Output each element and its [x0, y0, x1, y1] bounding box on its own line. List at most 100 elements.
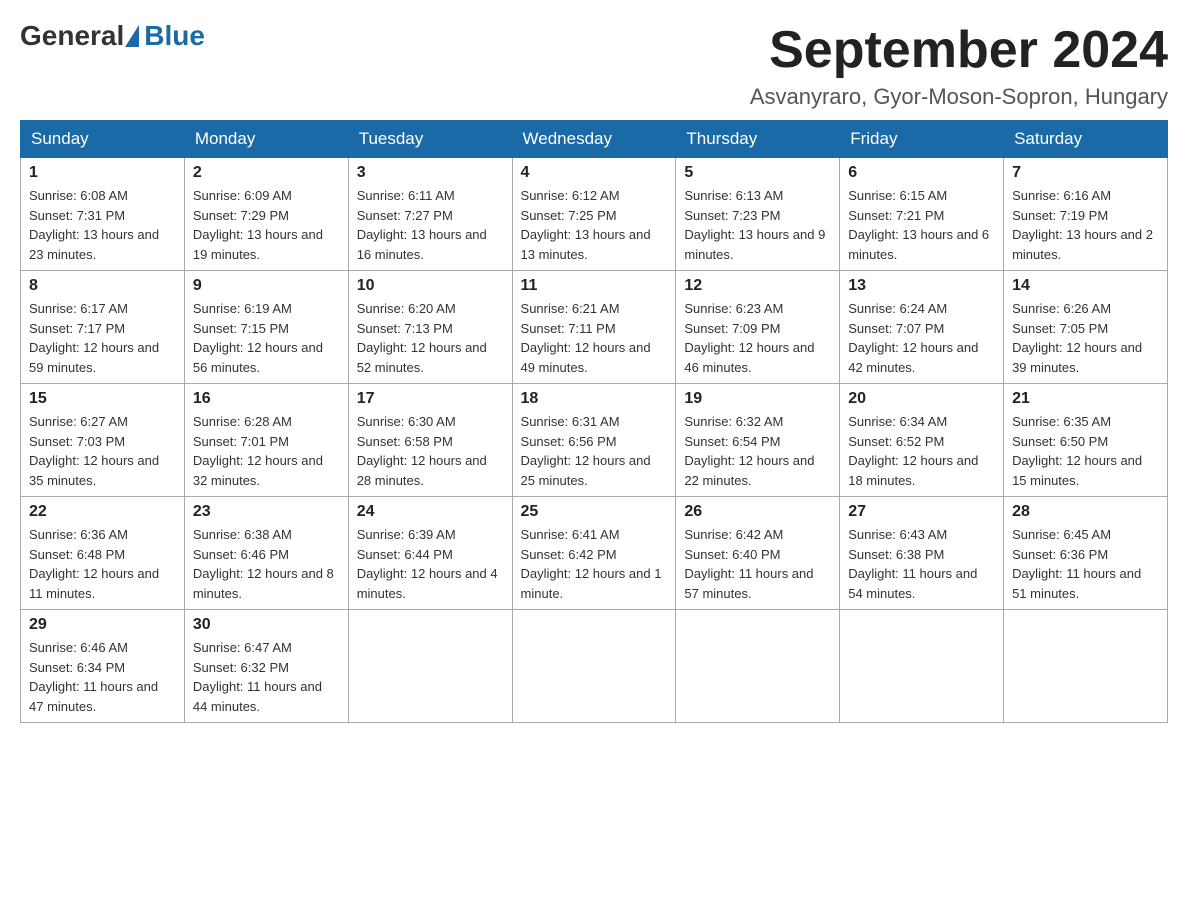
day-number: 24 [357, 503, 504, 521]
day-number: 6 [848, 164, 995, 182]
day-info: Sunrise: 6:36 AMSunset: 6:48 PMDaylight:… [29, 525, 176, 603]
weekday-header-friday: Friday [840, 121, 1004, 158]
calendar-cell [512, 610, 676, 723]
calendar-cell: 28 Sunrise: 6:45 AMSunset: 6:36 PMDayligh… [1004, 497, 1168, 610]
calendar-cell: 12Sunrise: 6:23 AMSunset: 7:09 PMDayligh… [676, 271, 840, 384]
day-number: 5 [684, 164, 831, 182]
day-info: Sunrise: 6:13 AMSunset: 7:23 PMDaylight:… [684, 186, 831, 264]
day-number: 26 [684, 503, 831, 521]
calendar-cell [1004, 610, 1168, 723]
day-info: Sunrise: 6:26 AMSunset: 7:05 PMDaylight:… [1012, 299, 1159, 377]
day-info: Sunrise: 6:47 AMSunset: 6:32 PMDaylight:… [193, 638, 340, 716]
weekday-header-thursday: Thursday [676, 121, 840, 158]
calendar-cell: 24Sunrise: 6:39 AMSunset: 6:44 PMDayligh… [348, 497, 512, 610]
day-info: Sunrise: 6:12 AMSunset: 7:25 PMDaylight:… [521, 186, 668, 264]
calendar-cell [676, 610, 840, 723]
day-number: 10 [357, 277, 504, 295]
logo-general-text: General [20, 20, 124, 52]
day-info: Sunrise: 6:20 AMSunset: 7:13 PMDaylight:… [357, 299, 504, 377]
day-info: Sunrise: 6:42 AMSunset: 6:40 PMDaylight:… [684, 525, 831, 603]
logo-blue-text: Blue [144, 20, 205, 52]
title-section: September 2024 Asvanyraro, Gyor-Moson-So… [750, 20, 1168, 110]
day-info: Sunrise: 6:09 AMSunset: 7:29 PMDaylight:… [193, 186, 340, 264]
day-info: Sunrise: 6:08 AMSunset: 7:31 PMDaylight:… [29, 186, 176, 264]
day-info: Sunrise: 6:38 AMSunset: 6:46 PMDaylight:… [193, 525, 340, 603]
day-number: 15 [29, 390, 176, 408]
day-number: 2 [193, 164, 340, 182]
day-info: Sunrise: 6:21 AMSunset: 7:11 PMDaylight:… [521, 299, 668, 377]
day-number: 4 [521, 164, 668, 182]
day-number: 27 [848, 503, 995, 521]
day-number: 18 [521, 390, 668, 408]
calendar-table: SundayMondayTuesdayWednesdayThursdayFrid… [20, 120, 1168, 723]
day-number: 11 [521, 277, 668, 295]
calendar-cell: 16Sunrise: 6:28 AMSunset: 7:01 PMDayligh… [184, 384, 348, 497]
calendar-week-3: 15 Sunrise: 6:27 AMSunset: 7:03 PMDayligh… [21, 384, 1168, 497]
calendar-cell [348, 610, 512, 723]
day-number: 7 [1012, 164, 1159, 182]
day-number: 30 [193, 616, 340, 634]
day-info: Sunrise: 6:15 AMSunset: 7:21 PMDaylight:… [848, 186, 995, 264]
calendar-cell: 14Sunrise: 6:26 AMSunset: 7:05 PMDayligh… [1004, 271, 1168, 384]
day-info: Sunrise: 6:19 AMSunset: 7:15 PMDaylight:… [193, 299, 340, 377]
day-info: Sunrise: 6:17 AMSunset: 7:17 PMDaylight:… [29, 299, 176, 377]
day-number: 8 [29, 277, 176, 295]
day-info: Sunrise: 6:32 AMSunset: 6:54 PMDaylight:… [684, 412, 831, 490]
calendar-cell: 25 Sunrise: 6:41 AMSunset: 6:42 PMDayligh… [512, 497, 676, 610]
day-info: Sunrise: 6:31 AMSunset: 6:56 PMDaylight:… [521, 412, 668, 490]
day-info: Sunrise: 6:30 AMSunset: 6:58 PMDaylight:… [357, 412, 504, 490]
calendar-cell: 11 Sunrise: 6:21 AMSunset: 7:11 PMDayligh… [512, 271, 676, 384]
calendar-cell: 13Sunrise: 6:24 AMSunset: 7:07 PMDayligh… [840, 271, 1004, 384]
calendar-cell: 5 Sunrise: 6:13 AMSunset: 7:23 PMDaylight… [676, 158, 840, 271]
day-number: 19 [684, 390, 831, 408]
calendar-cell: 26 Sunrise: 6:42 AMSunset: 6:40 PMDayligh… [676, 497, 840, 610]
day-info: Sunrise: 6:45 AMSunset: 6:36 PMDaylight:… [1012, 525, 1159, 603]
day-info: Sunrise: 6:23 AMSunset: 7:09 PMDaylight:… [684, 299, 831, 377]
day-number: 3 [357, 164, 504, 182]
calendar-cell: 10 Sunrise: 6:20 AMSunset: 7:13 PMDayligh… [348, 271, 512, 384]
calendar-cell: 4 Sunrise: 6:12 AMSunset: 7:25 PMDaylight… [512, 158, 676, 271]
calendar-cell: 17Sunrise: 6:30 AMSunset: 6:58 PMDayligh… [348, 384, 512, 497]
calendar-cell: 18 Sunrise: 6:31 AMSunset: 6:56 PMDayligh… [512, 384, 676, 497]
day-number: 21 [1012, 390, 1159, 408]
calendar-cell: 20Sunrise: 6:34 AMSunset: 6:52 PMDayligh… [840, 384, 1004, 497]
day-number: 29 [29, 616, 176, 634]
calendar-cell: 6 Sunrise: 6:15 AMSunset: 7:21 PMDaylight… [840, 158, 1004, 271]
day-number: 16 [193, 390, 340, 408]
calendar-cell: 1Sunrise: 6:08 AMSunset: 7:31 PMDaylight… [21, 158, 185, 271]
calendar-week-1: 1Sunrise: 6:08 AMSunset: 7:31 PMDaylight… [21, 158, 1168, 271]
calendar-cell: 29Sunrise: 6:46 AMSunset: 6:34 PMDayligh… [21, 610, 185, 723]
calendar-cell: 8 Sunrise: 6:17 AMSunset: 7:17 PMDaylight… [21, 271, 185, 384]
calendar-cell: 2 Sunrise: 6:09 AMSunset: 7:29 PMDaylight… [184, 158, 348, 271]
page-header: General Blue September 2024 Asvanyraro, … [20, 20, 1168, 110]
calendar-cell: 3 Sunrise: 6:11 AMSunset: 7:27 PMDaylight… [348, 158, 512, 271]
day-number: 28 [1012, 503, 1159, 521]
calendar-week-5: 29Sunrise: 6:46 AMSunset: 6:34 PMDayligh… [21, 610, 1168, 723]
weekday-header-tuesday: Tuesday [348, 121, 512, 158]
day-info: Sunrise: 6:41 AMSunset: 6:42 PMDaylight:… [521, 525, 668, 603]
day-number: 25 [521, 503, 668, 521]
calendar-cell: 23 Sunrise: 6:38 AMSunset: 6:46 PMDayligh… [184, 497, 348, 610]
day-info: Sunrise: 6:34 AMSunset: 6:52 PMDaylight:… [848, 412, 995, 490]
calendar-cell: 19 Sunrise: 6:32 AMSunset: 6:54 PMDayligh… [676, 384, 840, 497]
calendar-cell: 27 Sunrise: 6:43 AMSunset: 6:38 PMDayligh… [840, 497, 1004, 610]
day-number: 9 [193, 277, 340, 295]
weekday-header-row: SundayMondayTuesdayWednesdayThursdayFrid… [21, 121, 1168, 158]
calendar-cell: 9 Sunrise: 6:19 AMSunset: 7:15 PMDaylight… [184, 271, 348, 384]
day-number: 22 [29, 503, 176, 521]
day-info: Sunrise: 6:27 AMSunset: 7:03 PMDaylight:… [29, 412, 176, 490]
day-number: 23 [193, 503, 340, 521]
calendar-cell: 30 Sunrise: 6:47 AMSunset: 6:32 PMDayligh… [184, 610, 348, 723]
day-info: Sunrise: 6:11 AMSunset: 7:27 PMDaylight:… [357, 186, 504, 264]
calendar-cell: 15 Sunrise: 6:27 AMSunset: 7:03 PMDayligh… [21, 384, 185, 497]
day-info: Sunrise: 6:35 AMSunset: 6:50 PMDaylight:… [1012, 412, 1159, 490]
calendar-subtitle: Asvanyraro, Gyor-Moson-Sopron, Hungary [750, 84, 1168, 110]
day-info: Sunrise: 6:43 AMSunset: 6:38 PMDaylight:… [848, 525, 995, 603]
calendar-week-4: 22 Sunrise: 6:36 AMSunset: 6:48 PMDayligh… [21, 497, 1168, 610]
weekday-header-wednesday: Wednesday [512, 121, 676, 158]
weekday-header-monday: Monday [184, 121, 348, 158]
calendar-cell: 22 Sunrise: 6:36 AMSunset: 6:48 PMDayligh… [21, 497, 185, 610]
calendar-title: September 2024 [750, 20, 1168, 80]
calendar-cell: 21 Sunrise: 6:35 AMSunset: 6:50 PMDayligh… [1004, 384, 1168, 497]
calendar-week-2: 8 Sunrise: 6:17 AMSunset: 7:17 PMDaylight… [21, 271, 1168, 384]
